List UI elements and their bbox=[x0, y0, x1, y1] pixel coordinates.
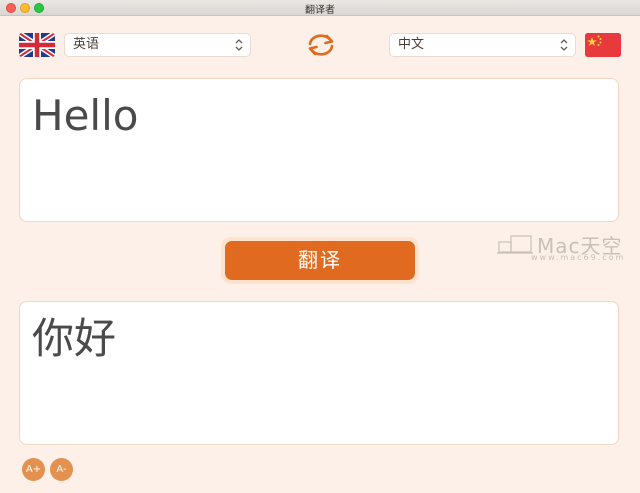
title-bar: 翻译者 bbox=[0, 0, 640, 16]
watermark-url: www.mac69.com bbox=[531, 253, 626, 262]
decrease-font-button[interactable]: A- bbox=[50, 458, 73, 481]
translate-button[interactable]: 翻译 bbox=[225, 241, 415, 280]
source-text-input[interactable]: Hello bbox=[19, 78, 619, 222]
app-window: 翻译者 英语 中文 Hello 翻译 Mac天空 www.mac69.com 你… bbox=[0, 0, 640, 493]
china-flag-icon bbox=[585, 33, 621, 57]
source-text: Hello bbox=[32, 91, 139, 140]
target-language-label: 中文 bbox=[398, 37, 425, 52]
select-arrows-icon bbox=[560, 39, 568, 51]
translated-text-output[interactable]: 你好 bbox=[19, 301, 619, 445]
increase-font-button[interactable]: A+ bbox=[22, 458, 45, 481]
select-arrows-icon bbox=[235, 39, 243, 51]
translate-button-focus-ring: 翻译 bbox=[221, 237, 419, 284]
target-language-select[interactable]: 中文 bbox=[389, 33, 576, 57]
translated-text: 你好 bbox=[32, 314, 117, 363]
watermark-logo-icon bbox=[497, 235, 533, 254]
uk-flag-icon bbox=[19, 33, 55, 57]
source-language-select[interactable]: 英语 bbox=[64, 33, 251, 57]
swap-arrows-icon[interactable] bbox=[304, 33, 338, 57]
watermark: Mac天空 www.mac69.com bbox=[497, 230, 637, 264]
source-language-label: 英语 bbox=[73, 37, 100, 52]
window-title: 翻译者 bbox=[305, 5, 335, 16]
